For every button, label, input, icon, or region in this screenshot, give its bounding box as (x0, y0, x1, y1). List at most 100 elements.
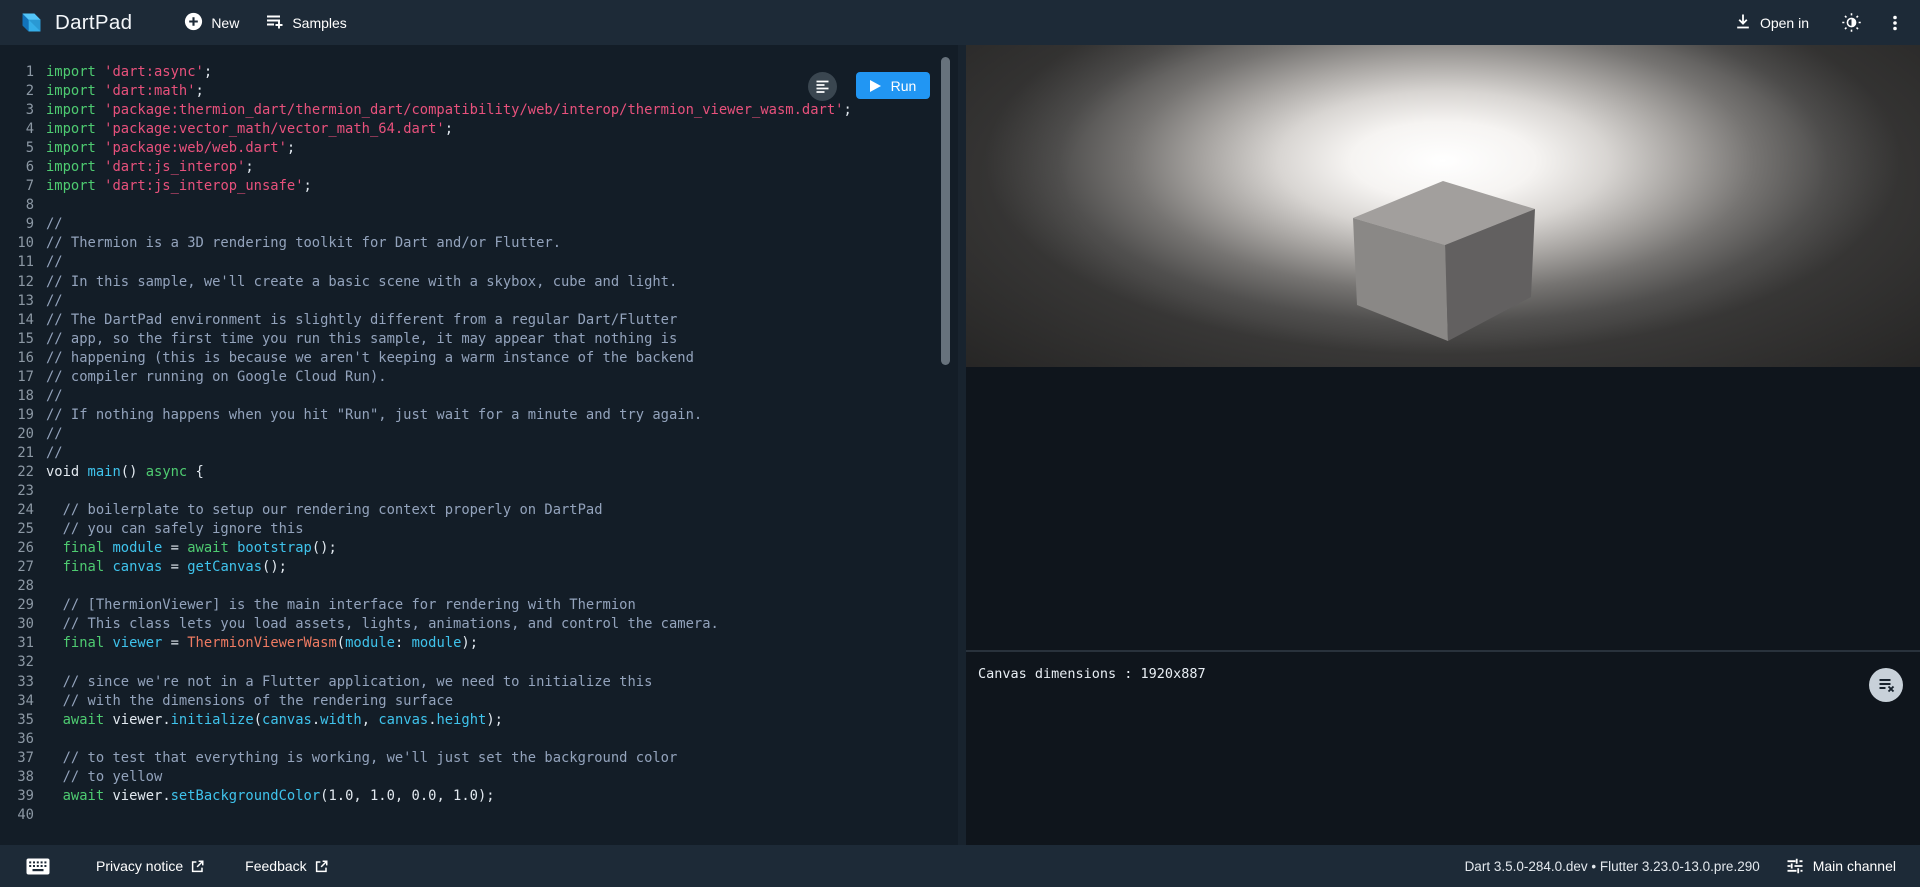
overflow-menu-button[interactable] (1886, 14, 1904, 32)
privacy-notice-link[interactable]: Privacy notice (96, 858, 205, 874)
samples-button-label: Samples (292, 15, 346, 31)
format-button[interactable] (808, 72, 837, 101)
feedback-link[interactable]: Feedback (245, 858, 328, 874)
line-number: 31 (0, 634, 34, 653)
line-number: 3 (0, 101, 34, 120)
code-line[interactable]: 27 final canvas = getCanvas(); (0, 558, 958, 577)
run-button[interactable]: Run (856, 72, 930, 99)
download-icon (1734, 12, 1752, 33)
line-number: 5 (0, 139, 34, 158)
code-line[interactable]: 31 final viewer = ThermionViewerWasm(mod… (0, 634, 958, 653)
code-line[interactable]: 25 // you can safely ignore this (0, 520, 958, 539)
code-line[interactable]: 36 (0, 730, 958, 749)
code-line[interactable]: 40 (0, 806, 958, 825)
line-number: 6 (0, 158, 34, 177)
line-number: 29 (0, 596, 34, 615)
code-line[interactable]: 30 // This class lets you load assets, l… (0, 615, 958, 634)
code-line[interactable]: 19// If nothing happens when you hit "Ru… (0, 406, 958, 425)
console-output-text: Canvas dimensions : 1920x887 (978, 666, 1908, 682)
cube-3d (1347, 181, 1539, 341)
code-line[interactable]: 5import 'package:web/web.dart'; (0, 139, 958, 158)
brightness-toggle-button[interactable] (1841, 12, 1862, 33)
line-number: 23 (0, 482, 34, 501)
panel-splitter[interactable] (958, 45, 966, 845)
line-number: 10 (0, 234, 34, 253)
code-editor-pane: 1import 'dart:async';2import 'dart:math'… (0, 45, 958, 845)
run-button-label: Run (891, 78, 917, 94)
line-number: 7 (0, 177, 34, 196)
channel-selector-button[interactable]: Main channel (1786, 857, 1896, 875)
code-line[interactable]: 13// (0, 292, 958, 311)
line-number: 30 (0, 615, 34, 634)
code-line[interactable]: 32 (0, 653, 958, 672)
code-line[interactable]: 15// app, so the first time you run this… (0, 330, 958, 349)
open-in-new-icon (314, 859, 329, 874)
top-bar: DartPad New Samples (0, 0, 1920, 45)
code-line[interactable]: 7import 'dart:js_interop_unsafe'; (0, 177, 958, 196)
code-line[interactable]: 20// (0, 425, 958, 444)
editor-scrollbar-thumb[interactable] (941, 57, 950, 365)
code-line[interactable]: 10// Thermion is a 3D rendering toolkit … (0, 234, 958, 253)
keyboard-shortcuts-button[interactable] (26, 858, 50, 875)
line-number: 8 (0, 196, 34, 215)
app-title: DartPad (55, 11, 132, 35)
code-lines[interactable]: 1import 'dart:async';2import 'dart:math'… (0, 45, 958, 845)
tune-icon (1786, 857, 1804, 875)
line-number: 15 (0, 330, 34, 349)
line-number: 33 (0, 673, 34, 692)
samples-button[interactable]: Samples (265, 12, 346, 34)
code-line[interactable]: 24 // boilerplate to setup our rendering… (0, 501, 958, 520)
code-line[interactable]: 37 // to test that everything is working… (0, 749, 958, 768)
dartpad-logo-icon (18, 9, 45, 36)
code-line[interactable]: 35 await viewer.initialize(canvas.width,… (0, 711, 958, 730)
code-line[interactable]: 33 // since we're not in a Flutter appli… (0, 673, 958, 692)
code-line[interactable]: 17// compiler running on Google Cloud Ru… (0, 368, 958, 387)
code-line[interactable]: 29 // [ThermionViewer] is the main inter… (0, 596, 958, 615)
line-number: 35 (0, 711, 34, 730)
line-number: 4 (0, 120, 34, 139)
code-line[interactable]: 34 // with the dimensions of the renderi… (0, 692, 958, 711)
code-line[interactable]: 39 await viewer.setBackgroundColor(1.0, … (0, 787, 958, 806)
code-line[interactable]: 21// (0, 444, 958, 463)
line-number: 20 (0, 425, 34, 444)
render-canvas-3d[interactable] (966, 45, 1920, 367)
output-pane: Canvas dimensions : 1920x887 (966, 45, 1920, 845)
line-number: 25 (0, 520, 34, 539)
code-line[interactable]: 12// In this sample, we'll create a basi… (0, 273, 958, 292)
code-line[interactable]: 3import 'package:thermion_dart/thermion_… (0, 101, 958, 120)
kebab-menu-icon (1886, 14, 1904, 32)
code-line[interactable]: 14// The DartPad environment is slightly… (0, 311, 958, 330)
line-number: 21 (0, 444, 34, 463)
code-line[interactable]: 23 (0, 482, 958, 501)
code-line[interactable]: 8 (0, 196, 958, 215)
new-button[interactable]: New (184, 12, 239, 34)
playlist-add-icon (265, 12, 284, 34)
clear-console-button[interactable] (1869, 668, 1903, 702)
code-line[interactable]: 38 // to yellow (0, 768, 958, 787)
code-line[interactable]: 6import 'dart:js_interop'; (0, 158, 958, 177)
line-number: 24 (0, 501, 34, 520)
code-line[interactable]: 22void main() async { (0, 463, 958, 482)
sdk-versions-text: Dart 3.5.0-284.0.dev • Flutter 3.23.0-13… (1465, 859, 1760, 874)
channel-label: Main channel (1813, 858, 1896, 874)
line-number: 32 (0, 653, 34, 672)
line-number: 18 (0, 387, 34, 406)
code-line[interactable]: 26 final module = await bootstrap(); (0, 539, 958, 558)
line-number: 39 (0, 787, 34, 806)
line-number: 16 (0, 349, 34, 368)
code-line[interactable]: 16// happening (this is because we aren'… (0, 349, 958, 368)
open-in-button[interactable]: Open in (1734, 12, 1809, 33)
brightness-icon (1841, 12, 1862, 33)
line-number: 22 (0, 463, 34, 482)
clear-console-icon (1878, 677, 1895, 693)
feedback-label: Feedback (245, 858, 306, 874)
code-line[interactable]: 18// (0, 387, 958, 406)
line-number: 28 (0, 577, 34, 596)
code-line[interactable]: 11// (0, 253, 958, 272)
line-number: 38 (0, 768, 34, 787)
code-line[interactable]: 4import 'package:vector_math/vector_math… (0, 120, 958, 139)
code-line[interactable]: 28 (0, 577, 958, 596)
line-number: 34 (0, 692, 34, 711)
code-line[interactable]: 9// (0, 215, 958, 234)
status-bar: Privacy notice Feedback Dart 3.5.0-284.0… (0, 845, 1920, 887)
